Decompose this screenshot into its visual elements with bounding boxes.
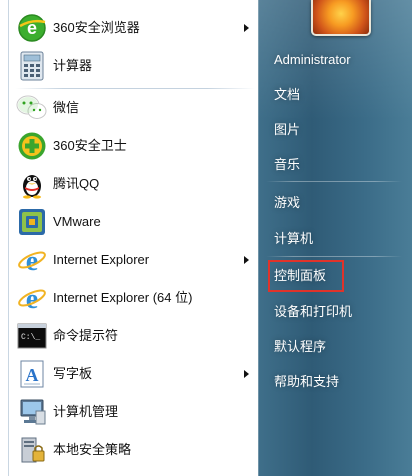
svg-text:e: e bbox=[26, 246, 38, 275]
vmware-icon bbox=[16, 206, 48, 238]
program-item-internet-explorer-64[interactable]: e Internet Explorer (64 位) bbox=[9, 279, 259, 317]
program-label: 命令提示符 bbox=[53, 328, 119, 343]
360-security-icon bbox=[16, 130, 48, 162]
program-label: 写字板 bbox=[53, 366, 93, 381]
wechat-icon bbox=[16, 92, 48, 124]
program-label: 计算器 bbox=[53, 58, 93, 73]
internet-explorer-icon: e bbox=[16, 244, 48, 276]
menu-divider bbox=[266, 256, 402, 257]
program-label: Internet Explorer bbox=[53, 252, 150, 267]
program-item-calculator[interactable]: 计算器 bbox=[9, 47, 259, 85]
right-item-default-programs[interactable]: 默认程序 bbox=[274, 335, 326, 359]
program-label: 360安全卫士 bbox=[53, 138, 127, 153]
program-item-360-browser[interactable]: e 360安全浏览器 bbox=[9, 9, 259, 47]
program-item-wordpad[interactable]: A 写字板 bbox=[9, 355, 259, 393]
svg-text:e: e bbox=[26, 284, 38, 313]
program-label: 腾讯QQ bbox=[53, 176, 100, 191]
wordpad-icon: A bbox=[16, 358, 48, 390]
program-label: 计算机管理 bbox=[53, 404, 119, 419]
program-list: e 360安全浏览器 计算器 微信 360安全卫士 腾讯QQ VMware e … bbox=[8, 0, 259, 476]
right-item-devices-printers[interactable]: 设备和打印机 bbox=[274, 300, 352, 324]
submenu-arrow-icon[interactable] bbox=[244, 24, 249, 32]
program-item-local-security-policy[interactable]: 本地安全策略 bbox=[9, 431, 259, 469]
right-item-games[interactable]: 游戏 bbox=[274, 191, 300, 215]
program-label: VMware bbox=[53, 214, 101, 229]
right-item-administrator[interactable]: Administrator bbox=[274, 48, 351, 72]
control-panel-highlight-box bbox=[268, 260, 344, 292]
right-item-music[interactable]: 音乐 bbox=[274, 153, 300, 177]
program-item-wechat[interactable]: 微信 bbox=[9, 89, 259, 127]
start-menu-programs-pane: e 360安全浏览器 计算器 微信 360安全卫士 腾讯QQ VMware e … bbox=[0, 0, 259, 476]
program-item-vmware[interactable]: VMware bbox=[9, 203, 259, 241]
right-item-computer[interactable]: 计算机 bbox=[274, 227, 313, 251]
menu-divider bbox=[266, 181, 402, 182]
command-prompt-icon: C:\_ bbox=[16, 320, 48, 352]
right-item-documents[interactable]: 文档 bbox=[274, 83, 300, 107]
submenu-arrow-icon[interactable] bbox=[244, 256, 249, 264]
360-browser-icon: e bbox=[16, 12, 48, 44]
program-item-command-prompt[interactable]: C:\_ 命令提示符 bbox=[9, 317, 259, 355]
user-account-picture[interactable] bbox=[311, 0, 371, 36]
program-item-computer-management[interactable]: 计算机管理 bbox=[9, 393, 259, 431]
right-item-pictures[interactable]: 图片 bbox=[274, 118, 300, 142]
submenu-arrow-icon[interactable] bbox=[244, 370, 249, 378]
program-label: 本地安全策略 bbox=[53, 442, 132, 457]
program-label: Internet Explorer (64 位) bbox=[53, 290, 193, 305]
svg-text:C:\_: C:\_ bbox=[21, 333, 40, 342]
right-item-help-support[interactable]: 帮助和支持 bbox=[274, 370, 339, 394]
security-policy-icon bbox=[16, 434, 48, 466]
qq-penguin-icon bbox=[16, 168, 48, 200]
program-item-tencent-qq[interactable]: 腾讯QQ bbox=[9, 165, 259, 203]
svg-text:A: A bbox=[26, 365, 39, 385]
calculator-icon bbox=[16, 50, 48, 82]
program-label: 微信 bbox=[53, 100, 80, 115]
program-item-internet-explorer[interactable]: e Internet Explorer bbox=[9, 241, 259, 279]
program-label: 360安全浏览器 bbox=[53, 20, 140, 35]
program-item-360-security[interactable]: 360安全卫士 bbox=[9, 127, 259, 165]
internet-explorer-icon: e bbox=[16, 282, 48, 314]
computer-management-icon bbox=[16, 396, 48, 428]
